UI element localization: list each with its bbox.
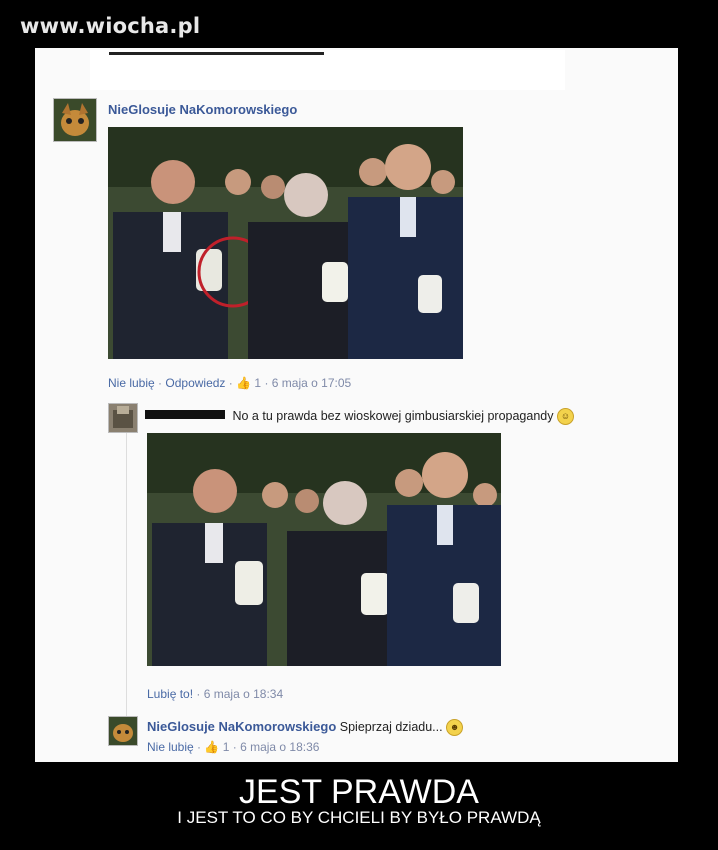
reply2-timestamp[interactable]: 6 maja o 18:36 <box>240 740 319 754</box>
grimace-emoji-icon: ☻ <box>446 719 464 737</box>
like-link[interactable]: Lubię to! <box>147 687 193 701</box>
reply2-author[interactable]: NieGlosuje NaKomorowskiego <box>147 719 336 734</box>
post-timestamp[interactable]: 6 maja o 17:05 <box>272 376 351 390</box>
reply2-actions: Nie lubię · 👍 1 · 6 maja o 18:36 <box>147 740 320 754</box>
like-count[interactable]: 1 <box>254 376 261 390</box>
caption-title: JEST PRAWDA <box>239 773 479 811</box>
like-count[interactable]: 1 <box>223 740 230 754</box>
reply-thread-line <box>126 403 127 733</box>
redacted-author-name <box>145 410 225 419</box>
smiley-emoji-icon: ☺ <box>556 408 574 425</box>
post-photo[interactable] <box>108 127 463 359</box>
reply-timestamp[interactable]: 6 maja o 18:34 <box>204 687 283 701</box>
thumbs-up-icon[interactable]: 👍 <box>204 740 219 754</box>
thumbs-up-icon[interactable]: 👍 <box>236 376 251 390</box>
post-actions: Nie lubię · Odpowiedz · 👍 1 · 6 maja o 1… <box>108 376 352 390</box>
avatar[interactable] <box>108 403 138 433</box>
comment-thread-panel: NieGlosuje NaKomorowskiego Nie lubię · O… <box>35 48 678 762</box>
avatar[interactable] <box>53 98 97 142</box>
watermark: www.wiocha.pl <box>20 14 201 38</box>
avatar[interactable] <box>108 716 138 746</box>
reply-link[interactable]: Odpowiedz <box>165 376 225 390</box>
unlike-link[interactable]: Nie lubię <box>147 740 194 754</box>
caption-subtitle: I JEST TO CO BY CHCIELI BY BYŁO PRAWDĄ <box>177 808 541 827</box>
reply2-comment: NieGlosuje NaKomorowskiego Spieprzaj dzi… <box>147 719 464 737</box>
reply-comment: No a tu prawda bez wioskowej gimbusiarsk… <box>145 408 574 425</box>
reply2-text: Spieprzaj dziadu... <box>339 720 443 734</box>
unlike-link[interactable]: Nie lubię <box>108 376 155 390</box>
redacted-top-bar <box>90 50 565 90</box>
reply-text: No a tu prawda bez wioskowej gimbusiarsk… <box>232 408 554 423</box>
reply-photo[interactable] <box>147 433 501 666</box>
post-author[interactable]: NieGlosuje NaKomorowskiego <box>108 102 297 117</box>
reply-actions: Lubię to! · 6 maja o 18:34 <box>147 687 284 701</box>
